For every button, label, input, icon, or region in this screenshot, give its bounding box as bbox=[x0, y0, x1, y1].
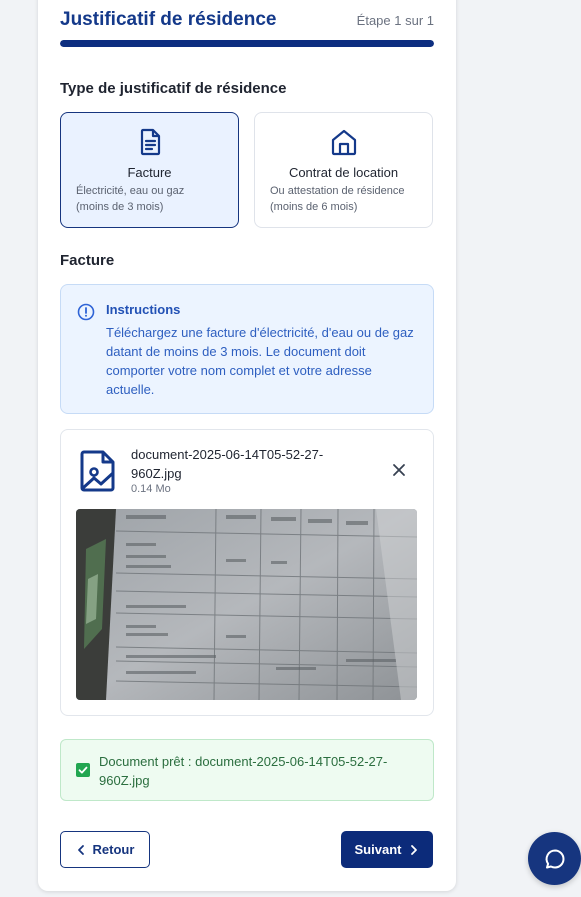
image-file-icon bbox=[80, 450, 115, 492]
step-indicator: Étape 1 sur 1 bbox=[356, 12, 434, 28]
type-section-label: Type de justificatif de résidence bbox=[60, 80, 287, 97]
option-desc-line: Électricité, eau ou gaz bbox=[76, 185, 185, 197]
house-icon bbox=[331, 129, 356, 156]
option-contrat-location[interactable]: Contrat de location Ou attestation de ré… bbox=[254, 112, 433, 228]
document-ready-text: Document prêt : document-2025-06-14T05-5… bbox=[99, 754, 388, 788]
option-desc-line: Ou attestation de résidence bbox=[270, 185, 405, 197]
progress-bar bbox=[60, 40, 434, 47]
option-desc-line: (moins de 3 mois) bbox=[76, 201, 164, 213]
document-photo bbox=[76, 509, 417, 700]
option-description: Électricité, eau ou gaz (moins de 3 mois… bbox=[76, 183, 230, 215]
back-button-label: Retour bbox=[92, 842, 135, 857]
info-icon bbox=[77, 303, 95, 321]
option-name: Contrat de location bbox=[288, 165, 399, 180]
option-facture[interactable]: Facture Électricité, eau ou gaz (moins d… bbox=[60, 112, 239, 228]
instructions-box: Instructions Téléchargez une facture d'é… bbox=[60, 284, 434, 414]
instructions-text: Téléchargez une facture d'électricité, d… bbox=[106, 325, 414, 397]
checkmark-icon bbox=[78, 766, 88, 774]
close-icon[interactable] bbox=[391, 462, 407, 478]
next-button[interactable]: Suivant bbox=[341, 831, 433, 868]
page-title: Justificatif de résidence bbox=[60, 9, 277, 30]
document-preview-image bbox=[76, 509, 417, 700]
document-icon bbox=[140, 128, 160, 156]
chat-bubble-icon bbox=[545, 849, 564, 868]
chevron-left-icon bbox=[77, 844, 84, 855]
file-size: 0.14 Mo bbox=[131, 483, 171, 495]
option-desc-line: (moins de 6 mois) bbox=[270, 201, 358, 213]
checkbox-checked-icon bbox=[76, 763, 90, 777]
option-name: Facture bbox=[127, 165, 172, 180]
form-header: Justificatif de résidence Étape 1 sur 1 bbox=[60, 9, 434, 31]
form-card: Justificatif de résidence Étape 1 sur 1 … bbox=[38, 0, 456, 891]
chevron-right-icon bbox=[411, 844, 418, 855]
file-name: document-2025-06-14T05-52-27-960Z.jpg bbox=[131, 447, 324, 481]
next-button-label: Suivant bbox=[354, 842, 402, 857]
option-description: Ou attestation de résidence (moins de 6 … bbox=[270, 183, 424, 215]
progress-bar-fill bbox=[60, 40, 434, 47]
chat-button[interactable] bbox=[528, 832, 581, 885]
instructions-title: Instructions bbox=[106, 302, 181, 317]
document-section-label: Facture bbox=[60, 252, 115, 269]
uploaded-file-card: document-2025-06-14T05-52-27-960Z.jpg 0.… bbox=[60, 429, 434, 716]
document-ready-notice: Document prêt : document-2025-06-14T05-5… bbox=[60, 739, 434, 801]
back-button[interactable]: Retour bbox=[60, 831, 150, 868]
